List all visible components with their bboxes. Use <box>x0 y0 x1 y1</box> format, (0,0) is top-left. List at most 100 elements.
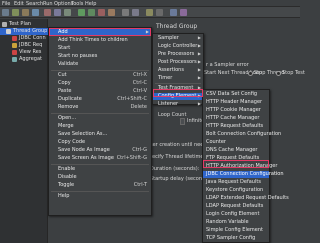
menu-item-label: Open... <box>58 115 77 121</box>
menu-item-label: Keystore Configuration <box>206 187 264 193</box>
add-submenu-item-logic-controller[interactable]: Logic Controller ▶ <box>153 43 203 50</box>
context-menu-item-cut[interactable]: Cut Ctrl-X <box>49 72 151 79</box>
menu-item-label: Remove <box>58 104 79 110</box>
config-submenu-item-simple-config-element[interactable]: Simple Config Element <box>203 227 269 234</box>
paste-icon[interactable] <box>64 9 71 16</box>
start-no-pause-icon[interactable] <box>88 9 95 16</box>
config-submenu-item-keystore-configuration[interactable]: Keystore Configuration <box>203 187 269 194</box>
shutdown-icon[interactable] <box>108 9 115 16</box>
menu-item-label: HTTP Header Manager <box>206 99 263 105</box>
config-submenu-item-random-variable[interactable]: Random Variable <box>203 219 269 226</box>
context-menu-item-save-screen-as-image[interactable]: Save Screen As Image Ctrl+Shift-G <box>49 155 151 162</box>
tree-item-jdbc-conn[interactable]: JDBC Conn <box>0 35 48 42</box>
config-submenu-item-tcp-sampler-config[interactable]: TCP Sampler Config <box>203 235 269 242</box>
start-icon[interactable] <box>78 9 85 16</box>
help-icon[interactable] <box>180 9 187 16</box>
menu-item-label: Disable <box>58 174 77 180</box>
cut-icon[interactable] <box>44 9 51 16</box>
config-submenu-item-bolt-connection-configuration[interactable]: Bolt Connection Configuration <box>203 131 281 138</box>
menu-item-shortcut: Ctrl-G <box>132 147 147 153</box>
context-menu-item-save-selection-as[interactable]: Save Selection As... <box>49 131 151 138</box>
menu-item-label: Add Think Times to children <box>58 37 128 43</box>
menu-item-label: Cut <box>58 72 67 78</box>
search-icon[interactable] <box>146 9 153 16</box>
menu-item-label: CSV Data Set Config <box>206 91 258 97</box>
menu-item-label: Simple Config Element <box>206 227 263 233</box>
submenu-arrow-icon: ▶ <box>197 43 201 48</box>
context-menu-item-start[interactable]: Start <box>49 45 151 52</box>
stop-test-radio[interactable] <box>276 71 281 76</box>
stop-test-label: Stop Test <box>282 70 305 76</box>
context-menu-item-copy-code[interactable]: Copy Code <box>49 139 151 146</box>
add-submenu-item-sampler[interactable]: Sampler ▶ <box>153 35 203 42</box>
add-submenu-item-pre-processors[interactable]: Pre Processors ▶ <box>153 51 203 58</box>
menu-bar: File Edit Search Run Options Tools Help <box>0 0 300 7</box>
add-submenu-item-post-processors[interactable]: Post Processors ▶ <box>153 59 203 66</box>
config-submenu-item-http-cookie-manager[interactable]: HTTP Cookie Manager <box>203 107 269 114</box>
context-menu-item-copy[interactable]: Copy Ctrl-C <box>49 80 151 87</box>
menu-item-shortcut: Delete <box>130 104 147 110</box>
menu-item-label: LDAP Extended Request Defaults <box>206 195 289 201</box>
infinite-checkbox[interactable] <box>180 118 185 125</box>
toolbar <box>0 7 300 18</box>
copy-icon[interactable] <box>54 9 61 16</box>
tree-item-jdbc-req[interactable]: JDBC Req <box>0 42 48 49</box>
duration-label: Duration (seconds): <box>150 166 200 172</box>
context-menu-item-save-node-as-image[interactable]: Save Node As Image Ctrl-G <box>49 147 151 154</box>
specify-lifetime-label: ecify Thread lifetime <box>152 154 204 160</box>
context-menu-item-toggle[interactable]: Toggle Ctrl-T <box>49 182 151 189</box>
tree-item-aggregate[interactable]: Aggregat <box>0 56 48 63</box>
context-menu-item-disable[interactable]: Disable <box>49 174 151 181</box>
add-submenu-item-timer[interactable]: Timer ▶ <box>153 75 203 82</box>
menu-item-label: Sampler <box>158 35 179 41</box>
clear-icon[interactable] <box>122 9 129 16</box>
context-menu-item-remove[interactable]: Remove Delete <box>49 104 151 111</box>
context-menu-item-open[interactable]: Open... <box>49 115 151 122</box>
test-plan-icon <box>2 22 7 27</box>
menu-item-shortcut: Ctrl-V <box>133 88 147 94</box>
context-menu-item-duplicate[interactable]: Duplicate Ctrl+Shift-C <box>49 96 151 103</box>
menu-item-label: Post Processors <box>158 59 197 65</box>
config-submenu-item-login-config-element[interactable]: Login Config Element <box>203 211 269 218</box>
menu-item-label: Bolt Connection Configuration <box>206 131 282 137</box>
config-submenu-item-http-cache-manager[interactable]: HTTP Cache Manager <box>203 115 269 122</box>
context-menu-item-validate[interactable]: Validate <box>49 61 151 68</box>
context-menu-item-paste[interactable]: Paste Ctrl-V <box>49 88 151 95</box>
config-submenu-item-ldap-request-defaults[interactable]: LDAP Request Defaults <box>203 203 269 210</box>
menu-item-label: Validate <box>58 61 79 67</box>
stop-icon[interactable] <box>98 9 105 16</box>
stop-thread-radio[interactable] <box>248 71 253 76</box>
config-submenu-item-jdbc-connection-configuration[interactable]: JDBC Connection Configuration <box>203 171 284 178</box>
new-icon[interactable] <box>2 9 9 16</box>
add-submenu-item-assertions[interactable]: Assertions ▶ <box>153 67 203 74</box>
on-error-label: r a Sampler error <box>206 62 249 68</box>
tree-item-test-plan[interactable]: Test Plan <box>0 21 48 28</box>
context-menu-item-start-no-pauses[interactable]: Start no pauses <box>49 53 151 60</box>
menu-item-label: Save Selection As... <box>58 131 108 137</box>
templates-icon[interactable] <box>12 9 19 16</box>
menu-item-label: Help <box>58 193 70 199</box>
config-submenu-item-csv-data-set-config[interactable]: CSV Data Set Config <box>203 91 269 98</box>
context-menu-item-help[interactable]: Help <box>49 193 151 200</box>
context-menu: Add ▶ Add Think Times to children Start Star… <box>48 27 152 216</box>
context-menu-item-enable[interactable]: Enable <box>49 166 151 173</box>
context-menu-item-add-think-times-to-children[interactable]: Add Think Times to children <box>49 37 151 44</box>
config-submenu-item-http-header-manager[interactable]: HTTP Header Manager <box>203 99 269 106</box>
save-icon[interactable] <box>32 9 39 16</box>
clear-all-icon[interactable] <box>132 9 139 16</box>
config-submenu-item-ldap-extended-request-defaults[interactable]: LDAP Extended Request Defaults <box>203 195 289 202</box>
config-submenu-item-dns-cache-manager[interactable]: DNS Cache Manager <box>203 147 269 154</box>
config-submenu-item-counter[interactable]: Counter <box>203 139 269 146</box>
tree-item-thread-group[interactable]: Thread Group <box>0 28 48 35</box>
add-submenu-item-listener[interactable]: Listener ▶ <box>153 101 203 108</box>
reset-search-icon[interactable] <box>156 9 163 16</box>
function-helper-icon[interactable] <box>170 9 177 16</box>
menu-item-shortcut: Ctrl+Shift-G <box>116 155 147 161</box>
menu-item-shortcut: Ctrl-X <box>133 72 147 78</box>
menu-separator <box>51 164 149 165</box>
open-icon[interactable] <box>22 9 29 16</box>
config-submenu-item-java-request-defaults[interactable]: Java Request Defaults <box>203 179 269 186</box>
tree-item-view-results[interactable]: View Res <box>0 49 48 56</box>
context-menu-item-merge[interactable]: Merge <box>49 123 151 130</box>
config-submenu-item-http-request-defaults[interactable]: HTTP Request Defaults <box>203 123 269 130</box>
